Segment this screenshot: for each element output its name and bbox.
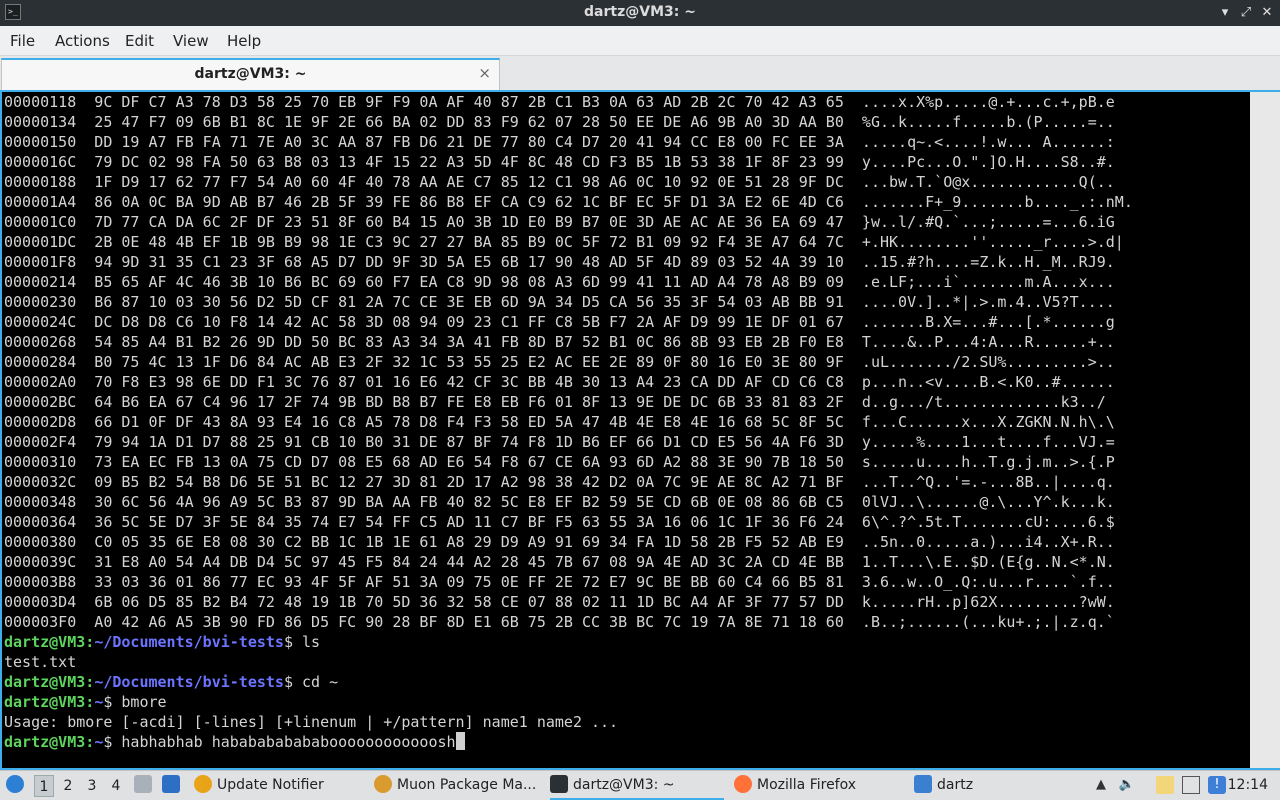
output-line: Usage: bmore [-acdi] [-lines] [+linenum … xyxy=(4,713,619,731)
hexdump-line: 00000348 30 6C 56 4A 96 A9 5C B3 87 9D B… xyxy=(4,493,1115,511)
close-icon[interactable]: ✕ xyxy=(1258,4,1276,22)
tab-bar: dartz@VM3: ~ × xyxy=(0,56,1280,90)
package-manager-icon xyxy=(374,775,392,793)
minimize-icon[interactable]: ▾ xyxy=(1216,4,1234,22)
command-text: bmore xyxy=(121,693,167,711)
volume-icon[interactable]: 🔈 xyxy=(1118,776,1136,794)
hexdump-line: 00000134 25 47 F7 09 6B B1 8C 1E 9F 2E 6… xyxy=(4,113,1115,131)
prompt-path: ~ xyxy=(94,733,104,751)
show-desktop-button[interactable] xyxy=(134,771,157,800)
tray-panel-icon[interactable]: ▲ xyxy=(1092,776,1110,794)
hexdump-line: 00000380 C0 05 35 6E E8 08 30 C2 BB 1C 1… xyxy=(4,533,1115,551)
task-label: dartz@VM3: ~ xyxy=(573,777,675,793)
clipboard-icon[interactable] xyxy=(1156,776,1174,794)
menu-actions[interactable]: Actions xyxy=(55,32,110,50)
firefox-icon xyxy=(734,775,752,793)
prompt-line: dartz@VM3:~/Documents/bvi-tests$ cd ~ xyxy=(4,673,339,691)
update-tray-icon[interactable]: ! xyxy=(1208,776,1226,794)
folder-icon xyxy=(914,775,932,793)
hexdump-line: 00000118 9C DF C7 A3 78 D3 58 25 70 EB 9… xyxy=(4,93,1115,111)
menu-view[interactable]: View xyxy=(173,32,209,50)
clock[interactable]: 12:14 xyxy=(1228,771,1268,800)
terminal-scrollbar[interactable] xyxy=(1250,92,1280,768)
network-icon[interactable] xyxy=(1182,776,1200,794)
window-title: dartz@VM3: ~ xyxy=(584,4,696,20)
hexdump-line: 000001F8 94 9D 31 35 C1 23 3F 68 A5 D7 D… xyxy=(4,253,1115,271)
hexdump-line: 000002D8 66 D1 0F DF 43 8A 93 E4 16 C8 A… xyxy=(4,413,1115,431)
hexdump-line: 00000364 36 5C 5E D7 3F 5E 84 35 74 E7 5… xyxy=(4,513,1115,531)
text-cursor xyxy=(455,732,465,750)
prompt-line: dartz@VM3:~$ bmore xyxy=(4,693,167,711)
quicklaunch-button[interactable] xyxy=(162,771,185,800)
tab-label: dartz@VM3: ~ xyxy=(194,66,307,82)
hexdump-line: 000001DC 2B 0E 48 4B EF 1B 9B B9 98 1E C… xyxy=(4,233,1124,251)
prompt-user: dartz@VM3 xyxy=(4,633,86,651)
app-launcher-icon xyxy=(6,775,24,793)
command-text: cd ~ xyxy=(302,673,339,691)
menu-file[interactable]: File xyxy=(10,32,35,50)
window-titlebar[interactable]: >_ dartz@VM3: ~ ▾ ⤢ ✕ xyxy=(0,0,1280,26)
hexdump-line: 00000230 B6 87 10 03 30 56 D2 5D CF 81 2… xyxy=(4,293,1115,311)
hexdump-line: 000001C0 7D 77 CA DA 6C 2F DF 23 51 8F 6… xyxy=(4,213,1115,231)
task-firefox[interactable]: Mozilla Firefox xyxy=(734,771,856,800)
command-text: ls xyxy=(302,633,321,651)
hexdump-line: 000002BC 64 B6 EA 67 C4 96 17 2F 74 9B B… xyxy=(4,393,1106,411)
task-file-manager[interactable]: dartz xyxy=(914,771,973,800)
hexdump-line: 00000268 54 85 A4 B1 B2 26 9D DD 50 BC 8… xyxy=(4,333,1115,351)
task-muon-package-manager[interactable]: Muon Package Ma... xyxy=(374,771,536,800)
task-label: Update Notifier xyxy=(217,777,324,793)
app-menu-button[interactable] xyxy=(6,771,29,800)
hexdump-line: 000002F4 79 94 1A D1 D7 88 25 91 CB 10 B… xyxy=(4,433,1115,451)
desktop-icon xyxy=(134,775,152,793)
terminal-icon xyxy=(550,775,568,793)
workspace-2[interactable]: 2 xyxy=(58,775,78,797)
task-label: Mozilla Firefox xyxy=(757,777,857,793)
hexdump-line: 000003B8 33 03 36 01 86 77 EC 93 4F 5F A… xyxy=(4,573,1115,591)
workspace-1[interactable]: 1 xyxy=(34,775,54,797)
hexdump-line: 00000284 B0 75 4C 13 1F D6 84 AC AB E3 2… xyxy=(4,353,1115,371)
task-label: dartz xyxy=(937,777,974,793)
taskbar: 1 2 3 4 Update Notifier Muon Package Ma.… xyxy=(0,770,1280,800)
hexdump-line: 0000032C 09 B5 B2 54 B8 D6 5E 51 BC 12 2… xyxy=(4,473,1115,491)
maximize-icon[interactable]: ⤢ xyxy=(1237,4,1255,22)
hexdump-line: 0000039C 31 E8 A0 54 A4 DB D4 5C 97 45 F… xyxy=(4,553,1115,571)
task-terminal[interactable]: dartz@VM3: ~ xyxy=(550,771,724,800)
prompt-user: dartz@VM3 xyxy=(4,733,86,751)
update-notifier-icon xyxy=(194,775,212,793)
menu-edit[interactable]: Edit xyxy=(125,32,154,50)
menu-help[interactable]: Help xyxy=(227,32,261,50)
hexdump-line: 0000024C DC D8 D8 C6 10 F8 14 42 AC 58 3… xyxy=(4,313,1115,331)
command-text: habhabhab hababababababoooooooooooosh xyxy=(121,733,456,751)
hexdump-line: 000002A0 70 F8 E3 98 6E DD F1 3C 76 87 0… xyxy=(4,373,1115,391)
hexdump-line: 00000150 DD 19 A7 FB FA 71 7E A0 3C AA 8… xyxy=(4,133,1115,151)
hexdump-line: 000001A4 86 0A 0C BA 9D AB B7 46 2B 5F 3… xyxy=(4,193,1133,211)
workspace-4[interactable]: 4 xyxy=(106,775,126,797)
output-line: test.txt xyxy=(4,653,77,671)
hexdump-line: 000003F0 A0 42 A6 A5 3B 90 FD 86 D5 FC 9… xyxy=(4,613,1115,631)
terminal-view[interactable]: 00000118 9C DF C7 A3 78 D3 58 25 70 EB 9… xyxy=(0,90,1280,770)
prompt-path: ~/Documents/bvi-tests xyxy=(94,633,284,651)
menu-bar: File Actions Edit View Help xyxy=(0,26,1280,56)
task-label: Muon Package Ma... xyxy=(397,777,537,793)
hexdump-line: 000003D4 6B 06 D5 85 B2 B4 72 48 19 1B 7… xyxy=(4,593,1115,611)
hexdump-line: 00000310 73 EA EC FB 13 0A 75 CD D7 08 E… xyxy=(4,453,1115,471)
hexdump-line: 00000214 B5 65 AF 4C 46 3B 10 B6 BC 69 6… xyxy=(4,273,1115,291)
task-update-notifier[interactable]: Update Notifier xyxy=(194,771,324,800)
prompt-line: dartz@VM3:~$ habhabhab hababababababoooo… xyxy=(4,732,1250,752)
hexdump-line: 0000016C 79 DC 02 98 FA 50 63 B8 03 13 4… xyxy=(4,153,1115,171)
hexdump-line: 00000188 1F D9 17 62 77 F7 54 A0 60 4F 4… xyxy=(4,173,1115,191)
terminal-output: 00000118 9C DF C7 A3 78 D3 58 25 70 EB 9… xyxy=(4,92,1250,752)
prompt-path: ~/Documents/bvi-tests xyxy=(94,673,284,691)
prompt-line: dartz@VM3:~/Documents/bvi-tests$ ls xyxy=(4,633,321,651)
tab-terminal[interactable]: dartz@VM3: ~ × xyxy=(1,58,500,90)
window-icon xyxy=(162,775,180,793)
prompt-user: dartz@VM3 xyxy=(4,673,86,691)
prompt-path: ~ xyxy=(94,693,104,711)
workspace-3[interactable]: 3 xyxy=(82,775,102,797)
prompt-user: dartz@VM3 xyxy=(4,693,86,711)
tab-close-icon[interactable]: × xyxy=(478,64,491,82)
